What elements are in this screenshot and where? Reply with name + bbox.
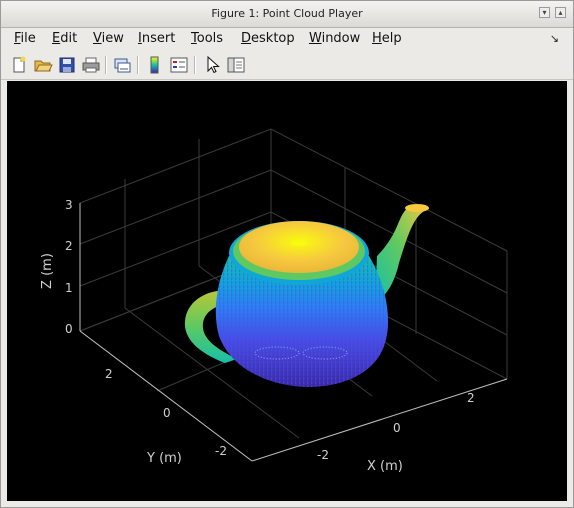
menu-edit-label: dit — [60, 31, 78, 46]
legend-icon[interactable] — [169, 55, 189, 75]
y-tick-labels: 2 0 -2 — [105, 367, 227, 458]
x-tick-labels: -2 0 2 — [317, 391, 475, 462]
x-tick-neg2: -2 — [317, 448, 329, 462]
print-icon[interactable] — [81, 55, 101, 75]
menu-view[interactable]: View — [93, 31, 124, 46]
colorbar-icon[interactable] — [145, 55, 165, 75]
menu-file-label: ile — [20, 31, 36, 46]
y-tick-0: 0 — [163, 406, 171, 420]
menu-tools-label: ools — [196, 31, 224, 46]
y-axis-label: Y (m) — [146, 451, 182, 466]
point-cloud-axes[interactable]: 3 2 1 0 Z (m) 2 0 -2 Y (m) -2 0 2 X (m) — [7, 81, 567, 501]
figure-toolbar — [1, 51, 573, 80]
open-folder-icon[interactable] — [33, 55, 53, 75]
title-bar[interactable]: Figure 1: Point Cloud Player ▾ ▴ — [1, 1, 573, 28]
teapot-spout — [375, 204, 429, 303]
plot-tools-icon[interactable] — [226, 55, 246, 75]
save-icon[interactable] — [57, 55, 77, 75]
teapot-lid — [239, 221, 359, 273]
menu-window-label: indow — [321, 31, 361, 46]
menu-desktop-mnemonic: D — [241, 31, 252, 46]
menu-window[interactable]: Window — [309, 31, 360, 46]
close-button[interactable]: ▴ — [555, 7, 566, 18]
minimize-button[interactable]: ▾ — [539, 7, 550, 18]
dock-arrow-icon[interactable]: ↘ — [550, 32, 559, 45]
menu-window-mnemonic: W — [309, 31, 322, 46]
z-tick-labels: 3 2 1 0 — [65, 198, 73, 336]
toolbar-separator — [137, 56, 139, 74]
menu-help-mnemonic: H — [372, 31, 382, 46]
menu-edit-mnemonic: E — [52, 31, 61, 46]
menu-edit[interactable]: Edit — [52, 31, 77, 46]
menu-file[interactable]: File — [14, 31, 36, 46]
menu-help-label: elp — [381, 31, 402, 46]
z-tick-3: 3 — [65, 198, 73, 212]
menu-desktop[interactable]: Desktop — [241, 31, 295, 46]
spout-tip — [405, 204, 429, 212]
new-figure-icon[interactable] — [9, 55, 29, 75]
menu-view-label: iew — [101, 31, 124, 46]
y-tick-2: 2 — [105, 367, 113, 381]
figure-window: Figure 1: Point Cloud Player ▾ ▴ File Ed… — [0, 0, 574, 508]
arrow-cursor-icon[interactable] — [202, 55, 222, 75]
menu-view-mnemonic: V — [93, 31, 102, 46]
z-tick-1: 1 — [65, 281, 73, 295]
y-tick-neg2: -2 — [215, 444, 227, 458]
z-tick-0: 0 — [65, 322, 73, 336]
toolbar-separator — [105, 56, 107, 74]
menu-tools[interactable]: Tools — [191, 31, 223, 46]
link-plot-icon[interactable] — [112, 55, 132, 75]
z-tick-2: 2 — [65, 239, 73, 253]
z-axis-label: Z (m) — [40, 253, 55, 289]
menu-desktop-label: esktop — [251, 31, 295, 46]
window-title: Figure 1: Point Cloud Player — [211, 7, 363, 20]
menu-insert[interactable]: Insert — [138, 31, 175, 46]
toolbar-separator — [194, 56, 196, 74]
x-tick-2: 2 — [467, 391, 475, 405]
x-axis-label: X (m) — [367, 459, 403, 474]
x-tick-0: 0 — [393, 421, 401, 435]
lid-knob — [291, 240, 307, 246]
menu-bar: File Edit View Insert Tools Desktop Wind… — [1, 28, 573, 50]
menu-help[interactable]: Help — [372, 31, 402, 46]
menu-insert-label: nsert — [141, 31, 176, 46]
